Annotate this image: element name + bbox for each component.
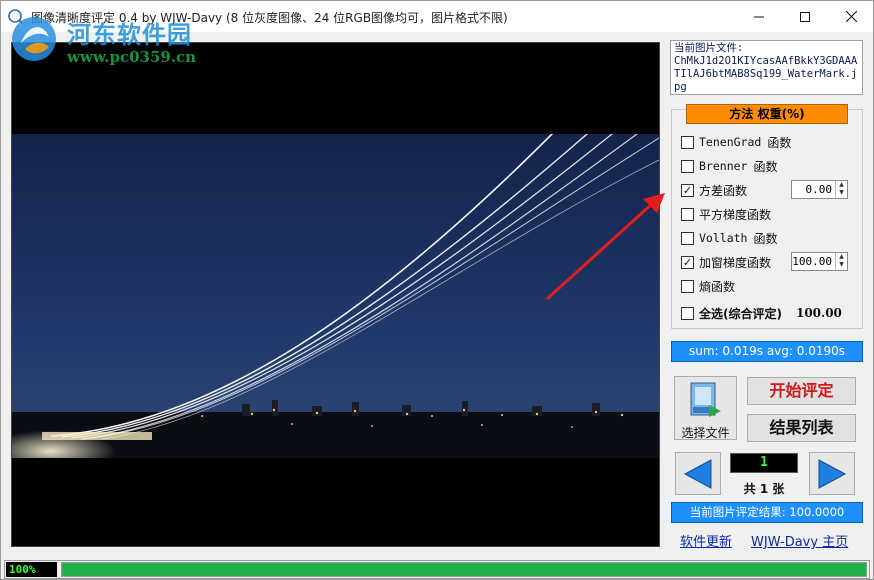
checkbox-square-gradient[interactable] xyxy=(681,207,694,221)
progress-fill xyxy=(62,563,866,576)
window-gradient-weight-spinner[interactable]: 100.00 ▲ ▼ xyxy=(791,252,848,271)
status-bar: 100% xyxy=(4,560,870,579)
progress-bar xyxy=(61,562,867,577)
app-window: 图像清晰度评定 0.4 by WJW-Davy (8 位灰度图像、24 位RGB… xyxy=(0,0,874,580)
current-file-name: ChMkJ1d2O1KIYcasAAfBkkY3GDAAATIlAJ6btMAB… xyxy=(674,55,858,93)
method-vollath[interactable]: Vollath 函数 xyxy=(681,230,777,246)
annotation-arrow-icon xyxy=(545,193,665,301)
method-header: 方法 权重(%) xyxy=(686,104,848,124)
spinner-arrows-icon[interactable]: ▲ ▼ xyxy=(835,181,847,198)
next-image-button[interactable] xyxy=(809,452,855,495)
checkbox-brenner[interactable] xyxy=(681,159,694,173)
method-vollath-suffix: 函数 xyxy=(753,231,778,246)
select-all-score: 100.00 xyxy=(795,306,842,320)
method-window-gradient-name: 加窗梯度函数 xyxy=(699,255,772,270)
result-list-button[interactable]: 结果列表 xyxy=(747,414,856,442)
minimize-icon xyxy=(754,16,764,17)
image-counter: 1 xyxy=(730,453,798,473)
arrow-right-icon xyxy=(818,458,847,489)
progress-percent: 100% xyxy=(6,562,57,577)
checkbox-window-gradient[interactable]: ✓ xyxy=(681,255,694,269)
pick-file-label: 选择文件 xyxy=(681,426,730,440)
open-file-icon xyxy=(690,382,721,417)
method-tenengrad[interactable]: TenenGrad 函数 xyxy=(681,134,791,150)
method-variance-name: 方差函数 xyxy=(699,183,748,198)
method-vollath-name: Vollath xyxy=(699,231,748,245)
select-all-label: 全选(综合评定) xyxy=(699,306,782,321)
watermark-logo xyxy=(12,17,56,61)
method-variance[interactable]: ✓ 方差函数 xyxy=(681,182,747,198)
minimize-button[interactable] xyxy=(736,1,782,32)
previous-image-button[interactable] xyxy=(675,452,721,495)
variance-weight-value[interactable]: 0.00 xyxy=(792,183,835,196)
method-entropy[interactable]: 熵函数 xyxy=(681,278,735,294)
method-brenner-name: Brenner xyxy=(699,159,748,173)
maximize-icon xyxy=(800,11,810,22)
method-square-gradient-name: 平方梯度函数 xyxy=(699,207,772,222)
method-brenner-suffix: 函数 xyxy=(753,159,778,174)
close-icon xyxy=(845,11,857,22)
image-total: 共 1 张 xyxy=(743,482,785,496)
spinner-arrows-icon[interactable]: ▲ ▼ xyxy=(835,253,847,270)
result-bar: 当前图片评定结果: 100.0000 xyxy=(671,502,863,523)
software-update-link[interactable]: 软件更新 xyxy=(680,531,732,550)
checkbox-vollath[interactable] xyxy=(681,231,694,245)
variance-weight-spinner[interactable]: 0.00 ▲ ▼ xyxy=(791,180,848,199)
checkbox-entropy[interactable] xyxy=(681,279,694,293)
watermark-url: www.pc0359.cn xyxy=(67,48,197,66)
select-all-row[interactable]: 全选(综合评定) 100.00 xyxy=(681,305,842,321)
method-square-gradient[interactable]: 平方梯度函数 xyxy=(681,206,771,222)
method-brenner[interactable]: Brenner 函数 xyxy=(681,158,777,174)
window-gradient-weight-value[interactable]: 100.00 xyxy=(792,255,835,268)
checkbox-tenengrad[interactable] xyxy=(681,135,694,149)
method-tenengrad-suffix: 函数 xyxy=(767,135,792,150)
checkbox-select-all[interactable] xyxy=(681,306,694,320)
pick-file-button[interactable]: 选择文件 xyxy=(674,376,737,440)
method-window-gradient[interactable]: ✓ 加窗梯度函数 xyxy=(681,254,771,270)
checkbox-variance[interactable]: ✓ xyxy=(681,183,694,197)
current-file-label: 当前图片文件: xyxy=(674,42,744,54)
maximize-button[interactable] xyxy=(782,1,828,32)
arrow-left-icon xyxy=(683,458,712,489)
method-entropy-name: 熵函数 xyxy=(699,279,736,294)
method-tenengrad-name: TenenGrad xyxy=(699,135,762,149)
close-button[interactable] xyxy=(828,1,873,32)
start-evaluate-button[interactable]: 开始评定 xyxy=(747,377,856,405)
author-homepage-link[interactable]: WJW-Davy 主页 xyxy=(751,531,848,550)
timing-bar: sum: 0.019s avg: 0.0190s xyxy=(671,341,863,362)
watermark-site-name: 河东软件园 xyxy=(67,21,192,49)
current-file-box: 当前图片文件: ChMkJ1d2O1KIYcasAAfBkkY3GDAAATIl… xyxy=(670,40,863,95)
